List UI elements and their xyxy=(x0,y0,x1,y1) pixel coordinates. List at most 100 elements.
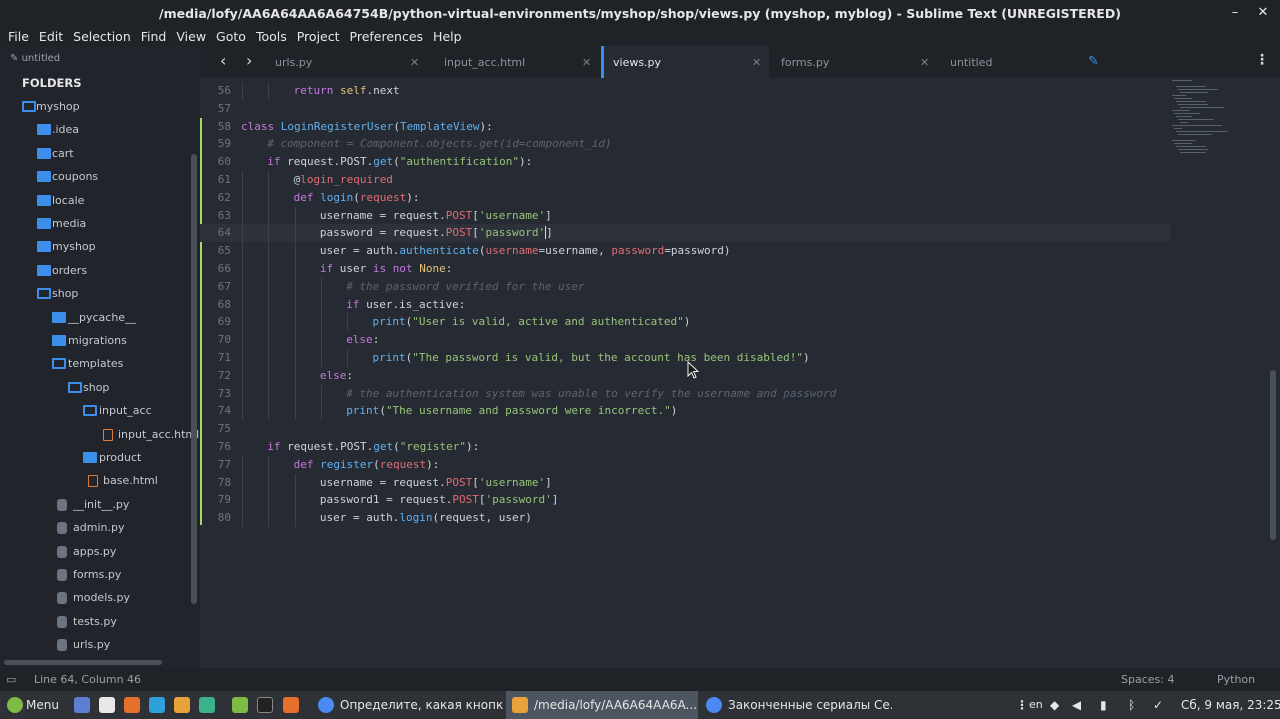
code-line[interactable]: 64 password = request.POST['password'] xyxy=(200,224,1170,243)
chevron-left-icon[interactable]: ‹ xyxy=(220,51,226,70)
taskbar-window-sublime[interactable]: /media/lofy/AA6A64AA6A... xyxy=(506,691,698,719)
battery-icon[interactable]: ▮ xyxy=(1100,691,1107,719)
minimap[interactable] xyxy=(1170,78,1245,238)
chevron-right-icon[interactable]: › xyxy=(246,51,252,70)
code-line[interactable]: 78 username = request.POST['username'] xyxy=(200,473,1170,492)
sublime-text-icon[interactable] xyxy=(174,697,190,713)
sidebar-item[interactable]: input_acc xyxy=(99,402,152,420)
files-icon[interactable] xyxy=(99,697,115,713)
code-line[interactable]: 76 if request.POST.get("register"): xyxy=(200,438,1170,456)
code-line[interactable]: 58 class LoginRegisterUser(TemplateView): xyxy=(200,118,1170,136)
sidebar-item[interactable]: myshop xyxy=(52,238,96,256)
sidebar-item[interactable]: media xyxy=(52,215,86,233)
sidebar-item[interactable]: orders xyxy=(52,262,87,280)
bluetooth-icon[interactable]: ᛒ xyxy=(1128,691,1135,719)
close-icon[interactable]: ✕ xyxy=(582,46,591,80)
menu-view[interactable]: View xyxy=(171,29,211,44)
sidebar-item[interactable]: .idea xyxy=(52,121,79,139)
console-icon[interactable] xyxy=(257,697,273,713)
sidebar-item[interactable]: admin.py xyxy=(73,519,124,537)
sidebar-item[interactable]: cart xyxy=(52,145,74,163)
keyboard-layout[interactable]: en xyxy=(1029,691,1043,719)
open-file-untitled[interactable]: ✎ untitled xyxy=(10,50,60,68)
menu-preferences[interactable]: Preferences xyxy=(345,29,429,44)
network-icon[interactable]: ◆ xyxy=(1050,691,1059,719)
code-line[interactable]: 75 xyxy=(200,420,1170,438)
minimize-button[interactable]: – xyxy=(1226,4,1244,22)
menu-file[interactable]: File xyxy=(3,29,34,44)
telegram-icon[interactable] xyxy=(149,697,165,713)
tab-views[interactable]: views.py ✕ xyxy=(601,46,769,78)
volume-icon[interactable]: ◀ xyxy=(1072,691,1081,719)
tab-urls[interactable]: urls.py ✕ xyxy=(260,46,430,78)
sidebar-item[interactable]: __init__.py xyxy=(73,496,129,514)
code-line[interactable]: 57 xyxy=(200,100,1170,118)
indentation-setting[interactable]: Spaces: 4 xyxy=(1121,673,1174,686)
code-editor[interactable]: 56 return self.next 57 58 class LoginRegiste… xyxy=(200,78,1280,668)
code-line[interactable]: 56 return self.next xyxy=(200,82,1170,100)
code-line[interactable]: 70 else: xyxy=(200,331,1170,350)
code-line[interactable]: 62 def login(request): xyxy=(200,188,1170,207)
menu-find[interactable]: Find xyxy=(136,29,172,44)
code-line[interactable]: 77 def register(request): xyxy=(200,455,1170,474)
code-line[interactable]: 60 if request.POST.get("authentification"… xyxy=(200,153,1170,171)
sidebar-item[interactable]: templates xyxy=(68,355,123,373)
terminal-icon[interactable] xyxy=(199,697,215,713)
taskbar-window-chrome-2[interactable]: Законченные сериалы Се... xyxy=(700,691,892,719)
tab-forms[interactable]: forms.py ✕ xyxy=(769,46,939,78)
close-icon[interactable]: ✕ xyxy=(410,46,419,80)
taskbar-window-chrome-1[interactable]: Определите, какая кнопк... xyxy=(312,691,504,719)
code-line[interactable]: 73 # the authentication system was unable… xyxy=(200,384,1170,403)
folder-icon[interactable] xyxy=(232,697,248,713)
code-line[interactable]: 65 user = auth.authenticate(username=user… xyxy=(200,242,1170,261)
menu-selection[interactable]: Selection xyxy=(68,29,136,44)
sidebar-item[interactable]: input_acc.html xyxy=(118,426,199,444)
menu-goto[interactable]: Goto xyxy=(211,29,251,44)
desktop-icon[interactable] xyxy=(74,697,90,713)
code-line[interactable]: 61 @login_required xyxy=(200,171,1170,189)
firefox-icon[interactable] xyxy=(283,697,299,713)
more-options-icon[interactable]: ⋮ xyxy=(1255,52,1269,68)
sidebar-item[interactable]: apps.py xyxy=(73,543,116,561)
sidebar-item[interactable]: shop xyxy=(52,285,78,303)
code-line[interactable]: 59 # component = Component.objects.get(id… xyxy=(200,135,1170,153)
start-menu-button[interactable]: Menu xyxy=(4,691,66,719)
code-line[interactable]: 74 print("The username and password were … xyxy=(200,402,1170,421)
sidebar-horizontal-scrollbar[interactable] xyxy=(4,660,162,665)
sidebar-item[interactable]: migrations xyxy=(68,332,127,350)
menu-tools[interactable]: Tools xyxy=(251,29,292,44)
menu-help[interactable]: Help xyxy=(428,29,467,44)
sidebar-item[interactable]: base.html xyxy=(103,472,158,490)
clock[interactable]: Сб, 9 мая, 23:25 xyxy=(1181,691,1280,719)
code-line[interactable]: 63 username = request.POST['username'] xyxy=(200,206,1170,225)
tab-untitled[interactable]: untitled xyxy=(939,46,1109,78)
code-line[interactable]: 71 print("The password is valid, but the … xyxy=(200,349,1170,367)
sidebar-item[interactable]: urls.py xyxy=(73,636,110,654)
sidebar-item[interactable]: __pycache__ xyxy=(68,309,136,327)
sidebar-item[interactable]: myshop xyxy=(36,98,80,116)
sidebar-item[interactable]: coupons xyxy=(52,168,98,186)
tray-menu-icon[interactable]: ⋮ xyxy=(1016,691,1028,719)
sidebar-item[interactable]: tests.py xyxy=(73,613,117,631)
code-line[interactable]: 79 password1 = request.POST['password'] xyxy=(200,491,1170,510)
menu-project[interactable]: Project xyxy=(292,29,345,44)
sidebar-item[interactable]: models.py xyxy=(73,589,130,607)
code-line[interactable]: 66 if user is not None: xyxy=(200,260,1170,278)
sidebar-item[interactable]: shop xyxy=(83,379,109,397)
menu-edit[interactable]: Edit xyxy=(34,29,68,44)
sidebar-item[interactable]: forms.py xyxy=(73,566,121,584)
close-icon[interactable]: ✕ xyxy=(752,46,761,80)
close-icon[interactable]: ✕ xyxy=(920,46,929,80)
sidebar-scrollbar[interactable] xyxy=(191,154,197,604)
code-line[interactable]: 68 if user.is_active: xyxy=(200,295,1170,314)
tab-input-acc[interactable]: input_acc.html ✕ xyxy=(430,46,602,78)
status-bar-icon[interactable]: ▭ xyxy=(6,673,16,686)
code-line[interactable]: 69 print("User is valid, active and authe… xyxy=(200,313,1170,332)
code-line[interactable]: 80 user = auth.login(request, user) xyxy=(200,509,1170,528)
sidebar-item[interactable]: product xyxy=(99,449,141,467)
sidebar-item[interactable]: locale xyxy=(52,192,84,210)
syntax-setting[interactable]: Python xyxy=(1217,673,1255,686)
code-line[interactable]: 67 # the password verified for the user xyxy=(200,277,1170,296)
close-button[interactable]: ✕ xyxy=(1254,4,1272,22)
code-line[interactable]: 72 else: xyxy=(200,366,1170,385)
